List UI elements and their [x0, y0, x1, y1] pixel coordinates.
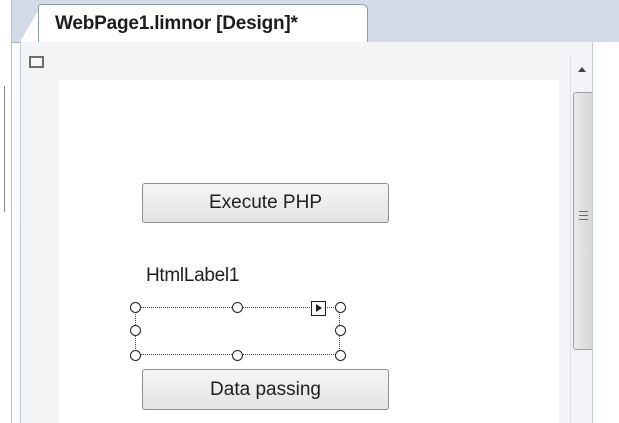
selected-control-outline[interactable]	[135, 307, 340, 355]
html-label-control[interactable]: HtmlLabel1	[146, 265, 239, 287]
document-tab-strip: WebPage1.limnor [Design]*	[0, 0, 619, 43]
resize-handle-top-left[interactable]	[130, 302, 141, 313]
resize-handle-bottom-left[interactable]	[130, 350, 141, 361]
smart-tag-arrow-icon[interactable]	[311, 301, 326, 316]
scrollbar-thumb[interactable]	[573, 92, 594, 350]
vertical-scrollbar[interactable]	[570, 56, 594, 423]
execute-php-button[interactable]: Execute PHP	[142, 183, 389, 223]
document-tab[interactable]: WebPage1.limnor [Design]*	[38, 4, 368, 42]
data-passing-button[interactable]: Data passing	[142, 369, 389, 410]
left-panel-edge	[0, 0, 12, 423]
design-surface[interactable]: Execute PHP HtmlLabel1 Data passing	[20, 42, 594, 423]
right-panel-edge	[592, 42, 619, 423]
thumb-grip-icon	[579, 211, 588, 220]
resize-handle-top-middle[interactable]	[232, 302, 243, 313]
splitter-line[interactable]	[4, 86, 5, 212]
tab-title: WebPage1.limnor [Design]*	[55, 13, 298, 34]
web-page-canvas[interactable]: Execute PHP HtmlLabel1 Data passing	[59, 80, 559, 423]
designer-window: WebPage1.limnor [Design]* Execute PHP Ht…	[0, 0, 619, 423]
resize-handle-bottom-right[interactable]	[335, 350, 346, 361]
resize-handle-bottom-middle[interactable]	[232, 350, 243, 361]
resize-handle-middle-left[interactable]	[130, 325, 141, 336]
page-selector-icon[interactable]	[29, 56, 44, 68]
resize-handle-top-right[interactable]	[335, 302, 346, 313]
resize-handle-middle-right[interactable]	[335, 325, 346, 336]
scroll-up-arrow-icon[interactable]	[571, 56, 594, 86]
